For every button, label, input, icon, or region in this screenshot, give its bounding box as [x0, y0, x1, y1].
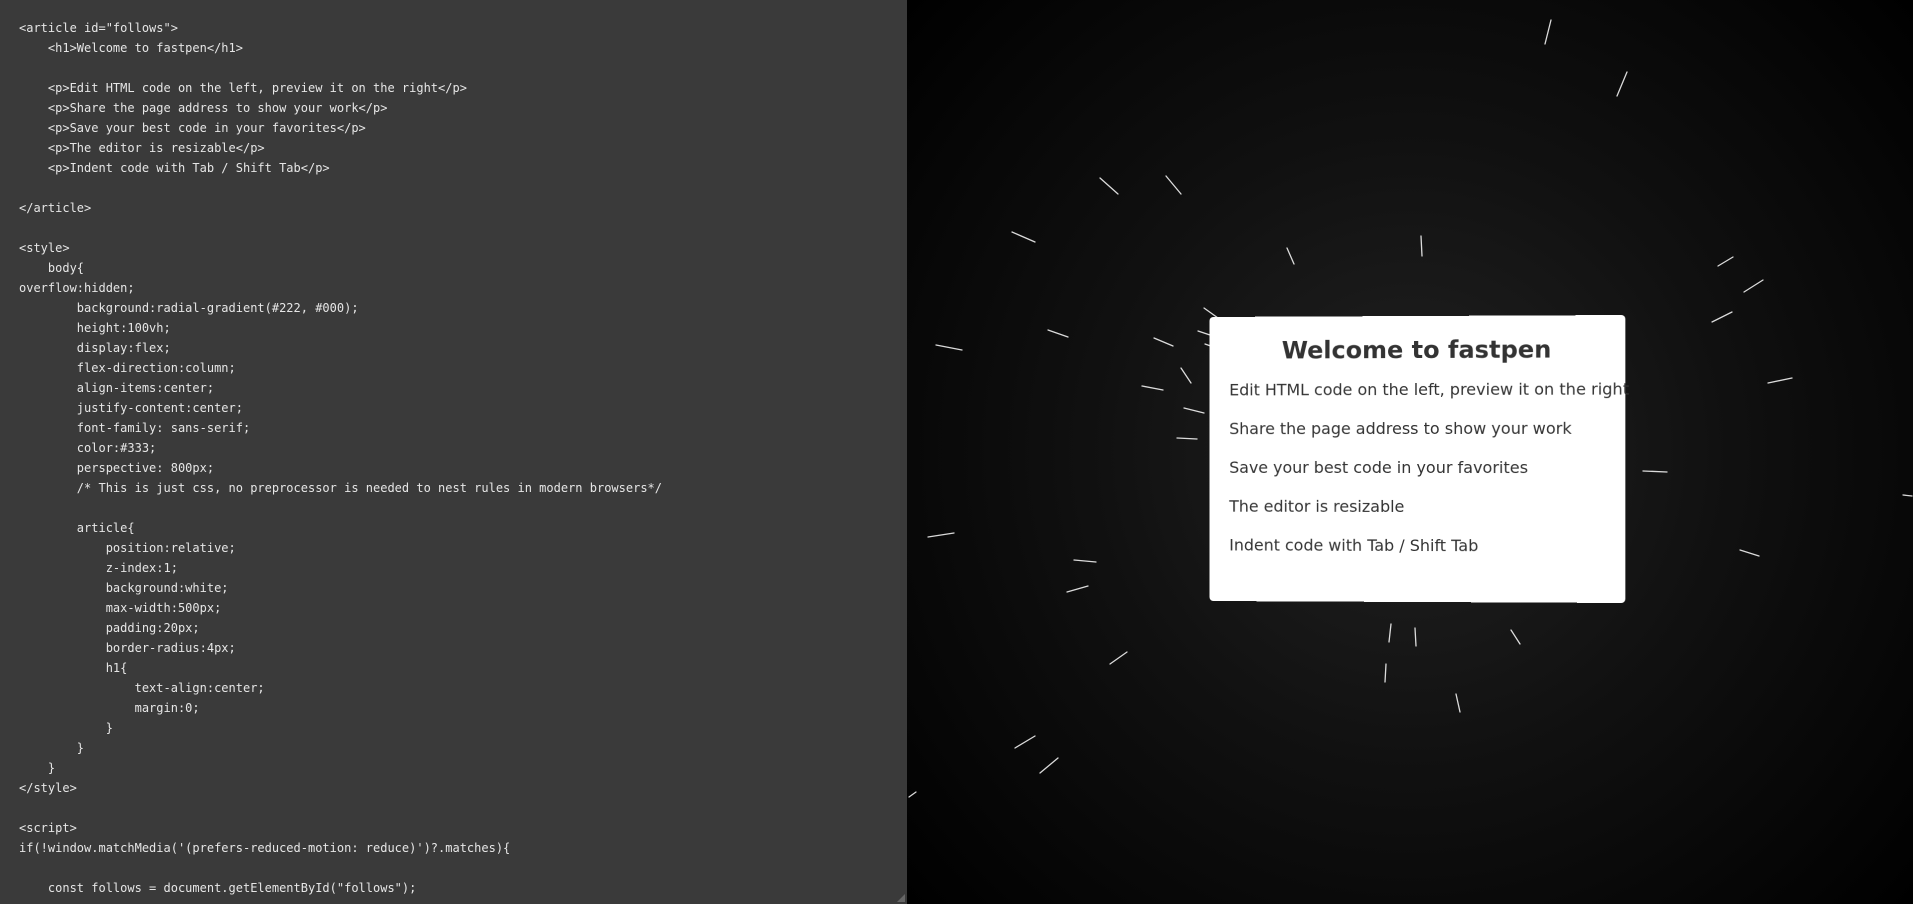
preview-pane: Welcome to fastpen Edit HTML code on the…	[907, 0, 1913, 904]
code-line[interactable]: align-items:center;	[19, 378, 907, 398]
welcome-card: Welcome to fastpen Edit HTML code on the…	[1209, 315, 1630, 603]
star-streak	[1153, 337, 1174, 347]
code-line[interactable]: justify-content:center;	[19, 398, 907, 418]
resize-handle-icon[interactable]	[895, 892, 907, 904]
code-editor[interactable]: <article id="follows"> <h1>Welcome to fa…	[0, 0, 907, 904]
code-line[interactable]: color:#333;	[19, 438, 907, 458]
card-text: The editor is resizable	[1229, 496, 1405, 516]
star-streak	[1165, 175, 1182, 195]
star-streak	[1183, 407, 1205, 414]
code-line[interactable]: z-index:1;	[19, 558, 907, 578]
code-line[interactable]: max-width:500px;	[19, 598, 907, 618]
card-text: Share the page address to show your work	[1229, 418, 1572, 439]
code-line[interactable]: position:relative;	[19, 538, 907, 558]
star-streak	[1455, 693, 1461, 713]
code-line[interactable]: /* This is just css, no preprocessor is …	[19, 478, 907, 498]
code-line[interactable]: <p>The editor is resizable</p>	[19, 138, 907, 158]
code-line[interactable]: background:radial-gradient(#222, #000);	[19, 298, 907, 318]
star-streak	[1767, 377, 1793, 384]
code-line[interactable]	[19, 218, 907, 238]
code-line[interactable]: </article>	[19, 198, 907, 218]
code-line[interactable]: <article id="follows">	[19, 18, 907, 38]
card-text: Save your best code in your favorites	[1229, 457, 1529, 478]
star-streak	[1902, 494, 1913, 497]
code-line[interactable]: const follows = document.getElementById(…	[19, 878, 907, 898]
code-line[interactable]: height:100vh;	[19, 318, 907, 338]
code-line[interactable]: <script>	[19, 818, 907, 838]
star-streak	[1109, 651, 1128, 665]
code-line[interactable]: body{	[19, 258, 907, 278]
code-line[interactable]: <p>Indent code with Tab / Shift Tab</p>	[19, 158, 907, 178]
star-streak	[1743, 279, 1764, 293]
code-line[interactable]	[19, 798, 907, 818]
code-line[interactable]: }	[19, 738, 907, 758]
star-streak	[1099, 177, 1119, 195]
code-line[interactable]: <h1>Welcome to fastpen</h1>	[19, 38, 907, 58]
code-line[interactable]: text-align:center;	[19, 678, 907, 698]
star-streak	[927, 532, 955, 538]
star-streak	[1414, 627, 1417, 647]
star-streak	[935, 344, 963, 351]
code-line[interactable]: perspective: 800px;	[19, 458, 907, 478]
card-text: Indent code with Tab / Shift Tab	[1229, 535, 1479, 556]
code-line[interactable]	[19, 58, 907, 78]
star-streak	[1011, 231, 1036, 243]
code-line[interactable]: border-radius:4px;	[19, 638, 907, 658]
star-streak	[1176, 437, 1198, 440]
star-streak	[1286, 247, 1295, 265]
code-line[interactable]: }	[19, 718, 907, 738]
code-line[interactable]: <style>	[19, 238, 907, 258]
code-line[interactable]: </style>	[19, 778, 907, 798]
star-streak	[1711, 311, 1733, 323]
star-streak	[1039, 757, 1059, 774]
code-line[interactable]: <p>Save your best code in your favorites…	[19, 118, 907, 138]
page-title: Welcome to fastpen	[1281, 335, 1552, 365]
code-line[interactable]: if(!window.matchMedia('(prefers-reduced-…	[19, 838, 907, 858]
code-line[interactable]: padding:20px;	[19, 618, 907, 638]
star-streak	[1073, 559, 1097, 563]
star-streak	[1141, 385, 1164, 391]
card-text: Edit HTML code on the left, preview it o…	[1229, 379, 1630, 400]
code-line[interactable]: margin:0;	[19, 698, 907, 718]
star-streak	[1384, 663, 1387, 683]
star-streak	[1544, 19, 1552, 45]
star-streak	[1066, 585, 1089, 593]
code-line[interactable]: background:white;	[19, 578, 907, 598]
fastpen-app: <article id="follows"> <h1>Welcome to fa…	[0, 0, 1913, 904]
star-streak	[1180, 367, 1192, 384]
code-line[interactable]: article{	[19, 518, 907, 538]
code-line[interactable]: h1{	[19, 658, 907, 678]
code-line[interactable]: <p>Share the page address to show your w…	[19, 98, 907, 118]
star-streak	[1014, 735, 1036, 749]
code-line[interactable]: overflow:hidden;	[19, 278, 907, 298]
star-streak	[1047, 329, 1069, 338]
code-line[interactable]: <p>Edit HTML code on the left, preview i…	[19, 78, 907, 98]
code-line[interactable]: }	[19, 758, 907, 778]
code-line[interactable]	[19, 858, 907, 878]
star-streak	[1642, 470, 1668, 473]
code-line[interactable]	[19, 498, 907, 518]
code-line[interactable]: display:flex;	[19, 338, 907, 358]
star-streak	[1388, 623, 1392, 643]
code-line[interactable]: font-family: sans-serif;	[19, 418, 907, 438]
code-text[interactable]: <article id="follows"> <h1>Welcome to fa…	[19, 18, 907, 898]
star-streak	[1510, 629, 1521, 645]
star-streak	[1717, 256, 1734, 267]
star-streak	[1420, 235, 1423, 257]
star-streak	[1739, 549, 1760, 557]
code-line[interactable]: flex-direction:column;	[19, 358, 907, 378]
star-streak	[908, 791, 917, 798]
star-streak	[1616, 71, 1628, 97]
code-line[interactable]	[19, 178, 907, 198]
